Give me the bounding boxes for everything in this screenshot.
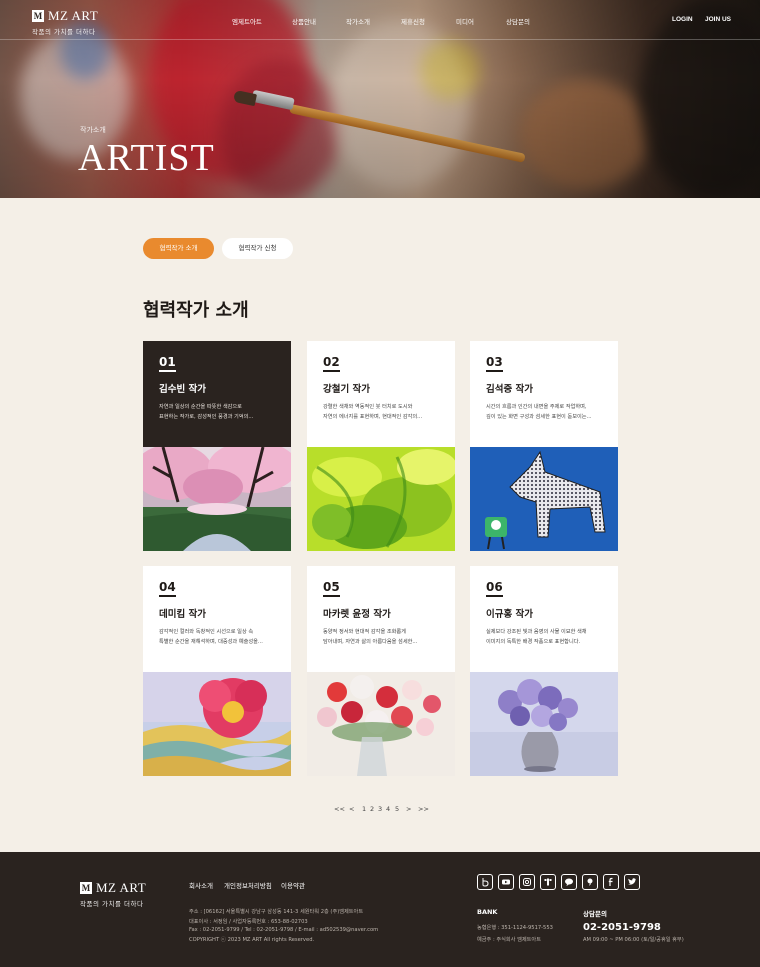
dotted-horse-painting <box>470 447 618 551</box>
menu-item-mzart[interactable]: 엠제트아트 <box>232 16 262 26</box>
pagination-page-3[interactable]: 3 <box>378 805 382 813</box>
artist-card[interactable]: 02 강철기 작가 강렬한 색채와 역동적인 붓 터치로 도시와 자연의 에너지를… <box>307 341 455 551</box>
artist-name: 이규홍 작가 <box>486 609 534 620</box>
tab-artist-apply[interactable]: 협력작가 신청 <box>222 238 293 259</box>
cherry-blossom-painting <box>143 447 291 551</box>
bank-account: 농협은행 : 351-1124-9517-553 <box>477 925 553 931</box>
card-number: 03 <box>486 355 503 372</box>
menu-item-consult[interactable]: 상담문의 <box>506 16 530 26</box>
red-flower-painting <box>143 672 291 776</box>
section-title: 협력작가 소개 <box>143 300 249 321</box>
pagination-page-2[interactable]: 2 <box>370 805 374 813</box>
menu-item-products[interactable]: 상품안내 <box>292 16 316 26</box>
artist-card[interactable]: 01 김수빈 작가 자연과 일상의 순간을 따뜻한 색감으로 표현하는 작가로, … <box>143 341 291 551</box>
pagination-page-5[interactable]: 5 <box>395 805 399 813</box>
cs-phone: 02-2051-9798 <box>583 922 661 933</box>
purple-flower-vase-painting <box>470 672 618 776</box>
footer-ceo: 대표이사 : 서정임 / 사업자등록번호 : 653-88-02703 <box>189 919 308 925</box>
bank-title: BANK <box>477 908 498 916</box>
flower-bouquet-painting <box>307 672 455 776</box>
artist-description: 동양적 정서와 현대적 감각을 조화롭게 담아내며, 자연과 삶의 아름다움을 섬… <box>323 629 418 645</box>
logo-mark: M <box>80 882 92 894</box>
pagination-next[interactable]: > <box>406 805 411 813</box>
hero-title: ARTIST <box>78 137 215 179</box>
footer-link-company[interactable]: 회사소개 <box>189 880 213 890</box>
green-abstract-painting <box>307 447 455 551</box>
card-number: 06 <box>486 580 503 597</box>
card-number: 05 <box>323 580 340 597</box>
artist-name: 김석중 작가 <box>486 384 534 395</box>
tab-artist-intro[interactable]: 협력작가 소개 <box>143 238 214 259</box>
tiktok-icon[interactable] <box>540 874 556 890</box>
hero-subtitle: 작가소개 <box>80 126 106 134</box>
cs-title: 상담문의 <box>583 910 607 918</box>
hero-banner: M MZ ART 작품의 가치를 더하다 엠제트아트 상품안내 작가소개 제휴신… <box>0 0 760 198</box>
card-number: 04 <box>159 580 176 597</box>
logo-tagline: 작품의 가치를 더하다 <box>80 900 144 908</box>
footer-copyright: COPYRIGHT ⓒ 2023 MZ ART All rights Reser… <box>189 937 315 943</box>
cs-hours: AM 09:00 ~ PM 06:00 (토/일/공휴일 휴무) <box>583 937 684 943</box>
menu-item-artists[interactable]: 작가소개 <box>346 16 370 26</box>
footer-address: 주소 : [06162] 서울특별시 강남구 삼성동 141-3 세원타워 2층… <box>189 909 364 915</box>
menu-item-media[interactable]: 미디어 <box>456 16 474 26</box>
footer-link-privacy[interactable]: 개인정보처리방침 <box>224 880 272 890</box>
logo-text: MZ ART <box>48 8 99 23</box>
footer-contact: Fax : 02-2051-9799 / Tel : 02-2051-9798 … <box>189 927 379 933</box>
artist-description: 실제보다 강조된 빛과 음영의 사물 이묘한 색채 이미지의 독특한 배경 작품으… <box>486 629 587 645</box>
pagination-last[interactable]: >> <box>418 805 429 813</box>
artist-card[interactable]: 05 마카렛 윤정 작가 동양적 정서와 현대적 감각을 조화롭게 담아내며, 자… <box>307 566 455 776</box>
story-icon[interactable] <box>582 874 598 890</box>
menu-item-partnership[interactable]: 제휴신청 <box>401 16 425 26</box>
pagination-page-4[interactable]: 4 <box>386 805 390 813</box>
footer-logo[interactable]: M MZ ART 작품의 가치를 더하다 <box>80 880 146 908</box>
artist-description: 감각적인 컬러와 독창적인 시선으로 일상 속 특별한 순간을 재해석하며, 대중… <box>159 629 263 645</box>
artist-name: 마카렛 윤정 작가 <box>323 609 391 620</box>
youtube-icon[interactable] <box>498 874 514 890</box>
logo-mark: M <box>32 10 44 22</box>
pagination-prev[interactable]: < <box>349 805 354 813</box>
login-link[interactable]: LOGIN <box>672 16 693 23</box>
card-number: 01 <box>159 355 176 372</box>
artist-description: 시간의 흐름과 인간의 내면을 주제로 작업하며, 깊이 있는 화면 구성과 섬세… <box>486 404 592 420</box>
instagram-icon[interactable] <box>519 874 535 890</box>
logo-text: MZ ART <box>96 880 147 895</box>
logo-tagline: 작품의 가치를 더하다 <box>32 28 96 36</box>
twitter-icon[interactable] <box>624 874 640 890</box>
artist-description: 자연과 일상의 순간을 따뜻한 색감으로 표현하는 작가로, 감성적인 풍경과 기… <box>159 404 254 420</box>
artist-description: 강렬한 색채와 역동적인 붓 터치로 도시와 자연의 에너지를 표현하며, 현대적… <box>323 404 423 420</box>
pagination-page-1[interactable]: 1 <box>362 805 366 813</box>
artist-card[interactable]: 06 이규홍 작가 실제보다 강조된 빛과 음영의 사물 이묘한 색채 이미지의 … <box>470 566 618 776</box>
join-link[interactable]: JOIN US <box>705 16 731 23</box>
footer: M MZ ART 작품의 가치를 더하다 회사소개 개인정보처리방침 이용약관 … <box>0 852 760 967</box>
card-number: 02 <box>323 355 340 372</box>
artist-name: 강철기 작가 <box>323 384 371 395</box>
artist-card[interactable]: 04 데미킴 작가 감각적인 컬러와 독창적인 시선으로 일상 속 특별한 순간을… <box>143 566 291 776</box>
facebook-icon[interactable] <box>603 874 619 890</box>
artist-name: 김수빈 작가 <box>159 384 207 395</box>
blog-icon[interactable] <box>477 874 493 890</box>
pagination-first[interactable]: << <box>334 805 345 813</box>
artist-card[interactable]: 03 김석중 작가 시간의 흐름과 인간의 내면을 주제로 작업하며, 깊이 있는… <box>470 341 618 551</box>
footer-link-terms[interactable]: 이용약관 <box>281 880 305 890</box>
site-logo[interactable]: M MZ ART 작품의 가치를 더하다 <box>32 8 98 36</box>
artist-name: 데미킴 작가 <box>159 609 207 620</box>
talk-icon[interactable] <box>561 874 577 890</box>
top-navigation: M MZ ART 작품의 가치를 더하다 엠제트아트 상품안내 작가소개 제휴신… <box>0 0 760 40</box>
bank-holder: 예금주 : 주식회사 엠제트아트 <box>477 937 541 943</box>
